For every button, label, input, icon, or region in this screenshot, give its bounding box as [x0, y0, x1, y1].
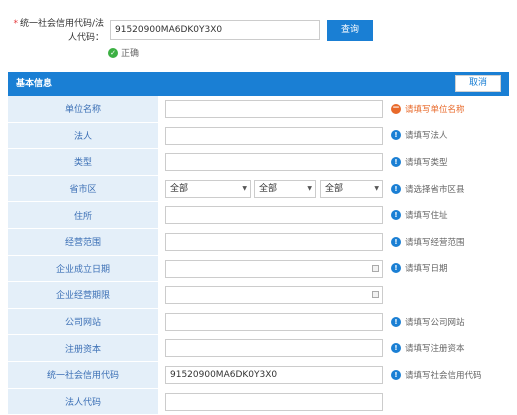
field-hint-text: 请填写注册资本	[405, 344, 465, 355]
form-row-website: 公司网站 ! 请填写公司网站	[8, 308, 509, 336]
field-hint-text: 请填写社会信用代码	[405, 370, 482, 381]
field-hint-text: 请填写公司网站	[405, 317, 465, 328]
field-label: 统一社会信用代码	[8, 361, 158, 388]
info-icon: !	[391, 343, 401, 354]
calendar-icon[interactable]	[372, 291, 379, 299]
operating-period-input[interactable]	[165, 286, 383, 305]
field-hint: ! 请选择省市区县	[391, 176, 465, 202]
field-label: 企业成立日期	[8, 255, 158, 282]
credit-code-label-text: 统一社会信用代码/法人代码：	[19, 19, 104, 43]
province-select[interactable]: 全部 ▼	[165, 179, 251, 198]
field-label: 注册资本	[8, 335, 158, 361]
field-label: 类型	[8, 149, 158, 175]
field-label: 单位名称	[8, 96, 158, 122]
basic-info-form: 单位名称 − 请填写单位名称 法人 ! 请填写法人 类型 ! 请填写类型 省市区 全部…	[8, 96, 509, 415]
cancel-button[interactable]: 取消	[455, 75, 501, 92]
form-row-legal-person: 法人 ! 请填写法人	[8, 122, 509, 150]
calendar-icon[interactable]	[372, 264, 379, 272]
caret-down-icon: ▼	[374, 184, 379, 192]
panel-header: 基本信息 取消	[8, 72, 509, 96]
field-hint: ! 请填写日期	[391, 256, 448, 282]
field-label: 省市区	[8, 175, 158, 202]
info-icon: !	[391, 316, 401, 327]
field-hint-text: 请填写类型	[405, 157, 448, 168]
caret-down-icon: ▼	[242, 184, 247, 192]
field-hint: ! 请填写住址	[391, 202, 448, 228]
field-hint: ! 请填写经营范围	[391, 229, 465, 255]
info-icon: !	[391, 263, 401, 274]
validation-status: ✓ 正确	[108, 46, 139, 59]
field-hint-text: 请填写经营范围	[405, 237, 465, 248]
check-circle-icon: ✓	[108, 47, 118, 58]
minus-circle-icon: −	[391, 102, 401, 114]
field-label: 住所	[8, 202, 158, 228]
address-input[interactable]	[165, 206, 383, 225]
company-name-input[interactable]	[165, 100, 383, 118]
type-input[interactable]	[165, 153, 383, 172]
city-select[interactable]: 全部 ▼	[254, 179, 316, 198]
field-hint: − 请填写单位名称	[391, 96, 465, 122]
credit-code-input[interactable]: 91520900MA6DK0Y3X0	[165, 365, 383, 384]
form-row-credit-code: 统一社会信用代码 91520900MA6DK0Y3X0 ! 请填写社会信用代码	[8, 361, 509, 389]
business-scope-input[interactable]	[165, 232, 383, 251]
founding-date-input[interactable]	[165, 259, 383, 278]
field-label: 法人	[8, 122, 158, 149]
field-label: 经营范围	[8, 228, 158, 255]
field-label: 法人代码	[8, 388, 158, 415]
validation-status-text: 正确	[121, 49, 140, 59]
panel-title: 基本信息	[16, 79, 53, 89]
field-hint: ! 请填写类型	[391, 149, 448, 175]
field-hint: ! 请填写社会信用代码	[391, 362, 482, 388]
info-icon: !	[391, 156, 401, 167]
city-select-value: 全部	[259, 183, 278, 194]
form-row-region: 省市区 全部 ▼ 全部 ▼ 全部 ▼ ! 请选择省市区县	[8, 175, 509, 203]
info-icon: !	[391, 369, 401, 380]
field-hint-text: 请填写日期	[405, 264, 448, 275]
form-row-type: 类型 ! 请填写类型	[8, 149, 509, 176]
info-icon: !	[391, 183, 401, 194]
field-hint: ! 请填写注册资本	[391, 335, 465, 361]
district-select[interactable]: 全部 ▼	[320, 179, 383, 198]
field-hint-text: 请填写法人	[405, 131, 448, 142]
info-icon: !	[391, 210, 401, 221]
info-icon: !	[391, 236, 401, 247]
registered-capital-input[interactable]	[165, 339, 383, 358]
field-label: 企业经营期限	[8, 282, 158, 308]
caret-down-icon: ▼	[307, 184, 312, 192]
field-hint-text: 请填写单位名称	[405, 104, 465, 115]
required-mark: *	[13, 19, 18, 29]
info-icon: !	[391, 130, 401, 141]
form-row-operating-period: 企业经营期限	[8, 282, 509, 309]
form-row-address: 住所 ! 请填写住址	[8, 202, 509, 229]
query-button[interactable]: 查询	[327, 20, 373, 41]
field-label: 公司网站	[8, 308, 158, 335]
form-row-legal-code: 法人代码	[8, 388, 509, 415]
field-hint: ! 请填写公司网站	[391, 309, 465, 335]
legal-person-input[interactable]	[165, 126, 383, 145]
form-row-business-scope: 经营范围 ! 请填写经营范围	[8, 228, 509, 256]
field-hint-text: 请选择省市区县	[405, 184, 465, 195]
form-row-founding-date: 企业成立日期 ! 请填写日期	[8, 255, 509, 283]
website-input[interactable]	[165, 312, 383, 331]
credit-code-label: * 统一社会信用代码/法人代码：	[6, 17, 104, 45]
form-row-registered-capital: 注册资本 ! 请填写注册资本	[8, 335, 509, 362]
district-select-value: 全部	[325, 183, 344, 194]
province-select-value: 全部	[170, 183, 189, 194]
field-hint-text: 请填写住址	[405, 211, 448, 222]
credit-code-search-input[interactable]: 91520900MA6DK0Y3X0	[110, 20, 320, 40]
form-row-company-name: 单位名称 − 请填写单位名称	[8, 96, 509, 123]
field-hint: ! 请填写法人	[391, 123, 448, 149]
